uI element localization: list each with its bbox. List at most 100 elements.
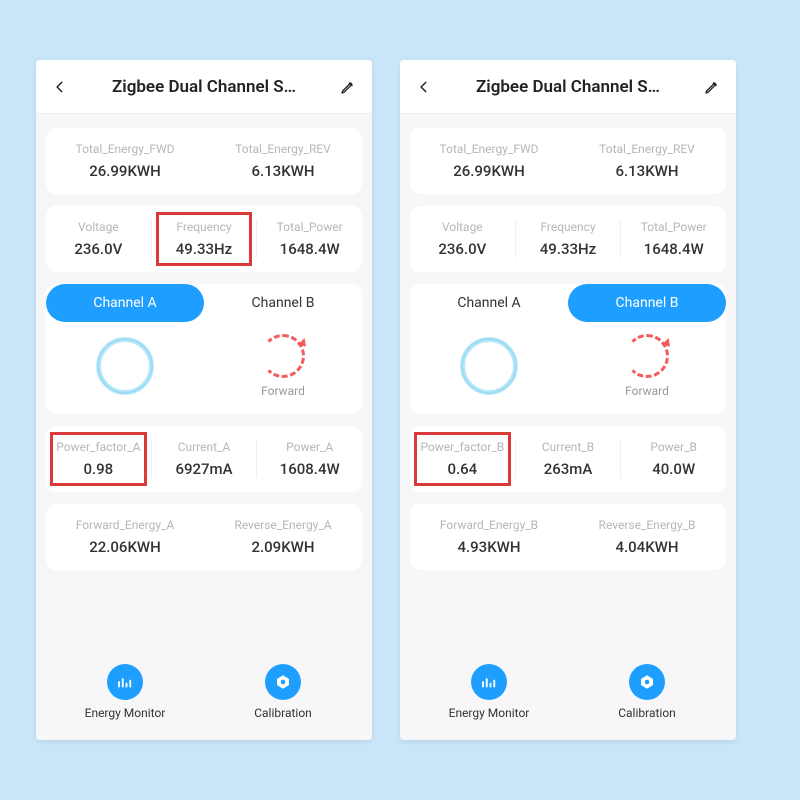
spinner-area (46, 334, 204, 398)
app-header: Zigbee Dual Channel S… (400, 60, 736, 114)
value: 4.93KWH (416, 538, 562, 556)
frequency-cell: Frequency 49.33Hz (516, 206, 621, 272)
power-factor-cell: Power_factor_A 0.98 (46, 426, 151, 492)
back-icon[interactable] (50, 77, 70, 97)
tab-channel-b[interactable]: Channel B (568, 284, 726, 322)
page-title: Zigbee Dual Channel S… (434, 77, 702, 97)
bars-chart-icon (471, 664, 507, 700)
tab-channel-a[interactable]: Channel A (410, 284, 568, 322)
value: 22.06KWH (52, 538, 198, 556)
direction-area: Forward (568, 334, 726, 398)
label: Reverse_Energy_B (574, 518, 720, 532)
label: Voltage (416, 220, 509, 234)
page-title: Zigbee Dual Channel S… (70, 77, 338, 97)
back-icon[interactable] (414, 77, 434, 97)
loading-spinner-icon (97, 338, 153, 394)
value: 1648.4W (263, 240, 356, 258)
gear-icon (265, 664, 301, 700)
total-power-cell: Total_Power 1648.4W (621, 206, 726, 272)
value: 236.0V (52, 240, 145, 258)
direction-area: Forward (204, 334, 362, 398)
calibration-button[interactable]: Calibration (568, 664, 726, 720)
channel-tabs-card: Channel A Channel B Forward (410, 284, 726, 414)
spinner-area (410, 334, 568, 398)
current-cell: Current_A 6927mA (152, 426, 257, 492)
bars-chart-icon (107, 664, 143, 700)
content-area: Total_Energy_FWD 26.99KWH Total_Energy_R… (36, 114, 372, 740)
channel-stats-card: Power_factor_B 0.64 Current_B 263mA Powe… (410, 426, 726, 492)
channel-visual: Forward (410, 322, 726, 414)
label: Current_B (522, 440, 615, 454)
channel-stats-card: Power_factor_A 0.98 Current_A 6927mA Pow… (46, 426, 362, 492)
total-energy-card: Total_Energy_FWD 26.99KWH Total_Energy_R… (410, 128, 726, 194)
tab-channel-b[interactable]: Channel B (204, 284, 362, 322)
channel-energy-card: Forward_Energy_B 4.93KWH Reverse_Energy_… (410, 504, 726, 570)
phone-screen-a: Zigbee Dual Channel S… Total_Energy_FWD … (36, 60, 372, 740)
power-cell: Power_A 1608.4W (257, 426, 362, 492)
calibration-button[interactable]: Calibration (204, 664, 362, 720)
label: Total_Power (263, 220, 356, 234)
highlight-box (414, 432, 511, 486)
direction-label: Forward (625, 384, 669, 398)
forward-energy-cell: Forward_Energy_B 4.93KWH (410, 504, 568, 570)
gear-icon (629, 664, 665, 700)
app-header: Zigbee Dual Channel S… (36, 60, 372, 114)
total-energy-rev: Total_Energy_REV 6.13KWH (204, 128, 362, 194)
value: 6927mA (158, 460, 251, 478)
energy-monitor-button[interactable]: Energy Monitor (46, 664, 204, 720)
highlight-box (50, 432, 147, 486)
power-factor-cell: Power_factor_B 0.64 (410, 426, 515, 492)
channel-energy-card: Forward_Energy_A 22.06KWH Reverse_Energy… (46, 504, 362, 570)
value: 263mA (522, 460, 615, 478)
highlight-box (156, 212, 253, 266)
total-energy-rev: Total_Energy_REV 6.13KWH (568, 128, 726, 194)
value: 49.33Hz (522, 240, 615, 258)
reverse-energy-cell: Reverse_Energy_A 2.09KWH (204, 504, 362, 570)
energy-monitor-button[interactable]: Energy Monitor (410, 664, 568, 720)
frequency-cell: Frequency 49.33Hz (152, 206, 257, 272)
label: Power_A (263, 440, 356, 454)
value: 2.09KWH (210, 538, 356, 556)
label: Total_Energy_REV (574, 142, 720, 156)
mains-card: Voltage 236.0V Frequency 49.33Hz Total_P… (46, 206, 362, 272)
bottom-actions: Energy Monitor Calibration (46, 648, 362, 732)
forward-arrow-icon (261, 334, 305, 378)
direction-label: Forward (261, 384, 305, 398)
value: 40.0W (627, 460, 720, 478)
voltage-cell: Voltage 236.0V (46, 206, 151, 272)
reverse-energy-cell: Reverse_Energy_B 4.04KWH (568, 504, 726, 570)
label: Forward_Energy_A (52, 518, 198, 532)
channel-tabs: Channel A Channel B (410, 284, 726, 322)
label: Energy Monitor (85, 706, 166, 720)
channel-tabs-card: Channel A Channel B Forward (46, 284, 362, 414)
label: Total_Power (627, 220, 720, 234)
channel-visual: Forward (46, 322, 362, 414)
total-energy-card: Total_Energy_FWD 26.99KWH Total_Energy_R… (46, 128, 362, 194)
value: 6.13KWH (210, 162, 356, 180)
current-cell: Current_B 263mA (516, 426, 621, 492)
label: Total_Energy_REV (210, 142, 356, 156)
power-cell: Power_B 40.0W (621, 426, 726, 492)
label: Calibration (254, 706, 312, 720)
label: Voltage (52, 220, 145, 234)
edit-icon[interactable] (338, 77, 358, 97)
loading-spinner-icon (461, 338, 517, 394)
value: 236.0V (416, 240, 509, 258)
label: Forward_Energy_B (416, 518, 562, 532)
channel-tabs: Channel A Channel B (46, 284, 362, 322)
tab-channel-a[interactable]: Channel A (46, 284, 204, 322)
mains-card: Voltage 236.0V Frequency 49.33Hz Total_P… (410, 206, 726, 272)
label: Calibration (618, 706, 676, 720)
forward-arrow-icon (625, 334, 669, 378)
label: Energy Monitor (449, 706, 530, 720)
bottom-actions: Energy Monitor Calibration (410, 648, 726, 732)
value: 1608.4W (263, 460, 356, 478)
content-area: Total_Energy_FWD 26.99KWH Total_Energy_R… (400, 114, 736, 740)
forward-energy-cell: Forward_Energy_A 22.06KWH (46, 504, 204, 570)
label: Current_A (158, 440, 251, 454)
edit-icon[interactable] (702, 77, 722, 97)
voltage-cell: Voltage 236.0V (410, 206, 515, 272)
value: 6.13KWH (574, 162, 720, 180)
value: 4.04KWH (574, 538, 720, 556)
total-power-cell: Total_Power 1648.4W (257, 206, 362, 272)
